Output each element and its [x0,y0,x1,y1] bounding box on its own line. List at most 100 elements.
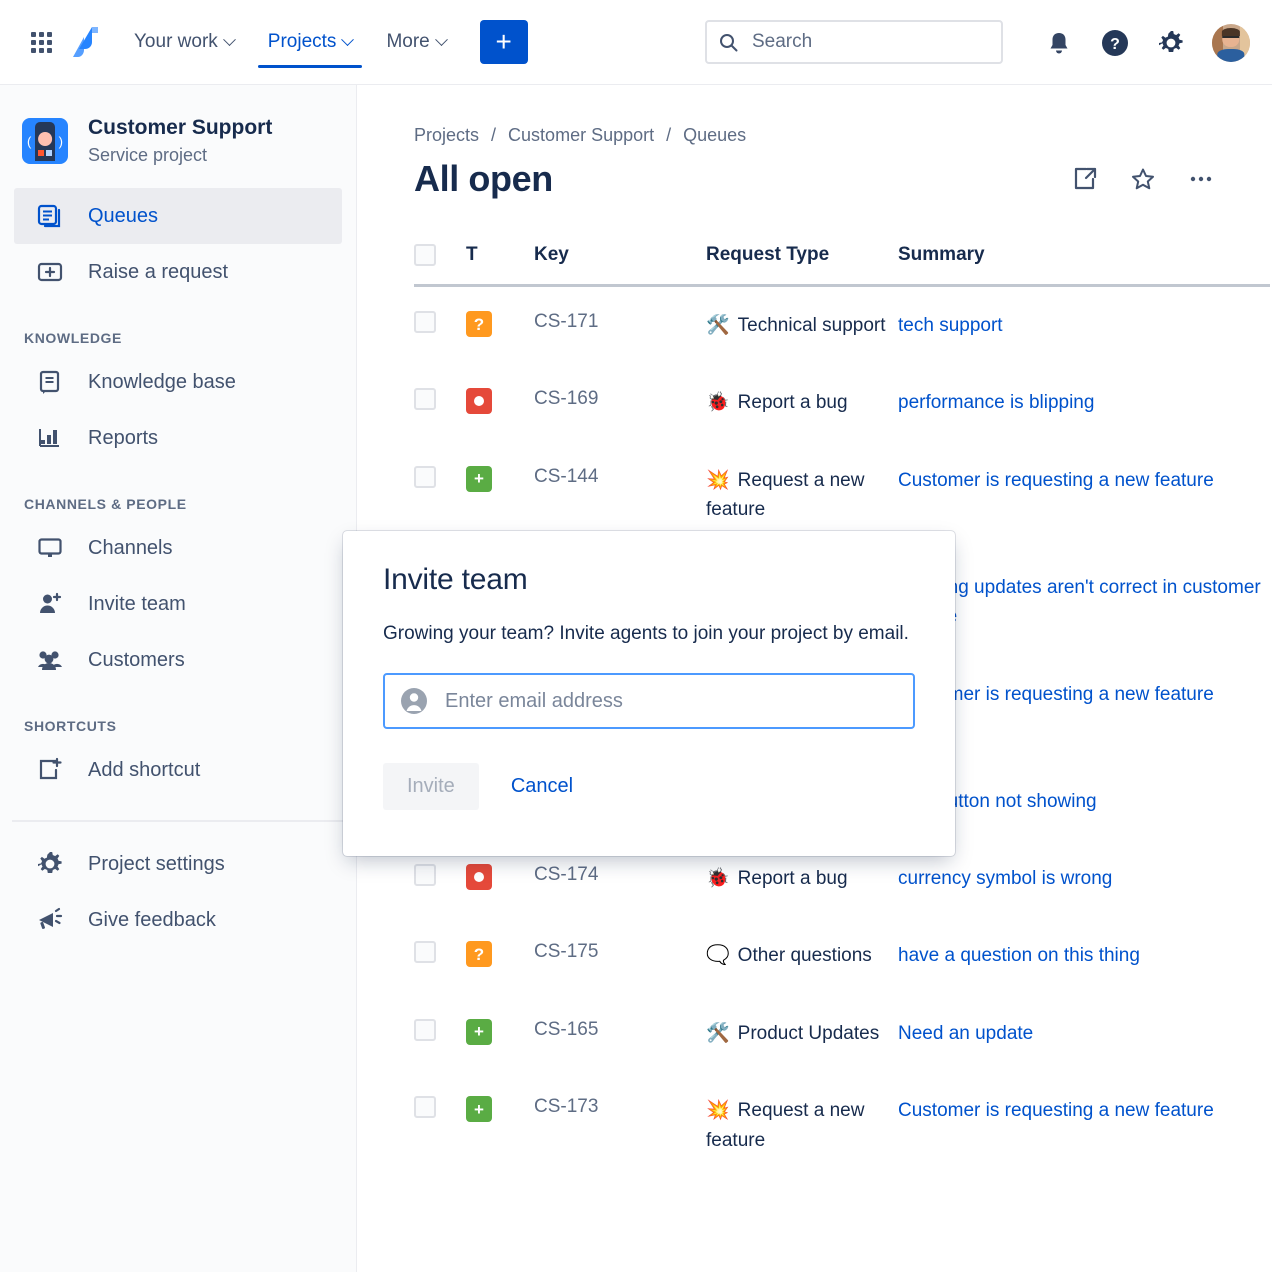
row-request-type-cell: 🛠️Technical support [706,286,898,365]
avatar-face [38,132,52,146]
sidebar-item-channels[interactable]: Channels [14,520,342,576]
cancel-button[interactable]: Cancel [501,763,583,810]
row-checkbox[interactable] [414,864,436,886]
table-row[interactable]: ?CS-171🛠️Technical supporttech support [414,286,1270,365]
row-checkbox[interactable] [414,466,436,488]
bell-icon[interactable] [1044,28,1074,58]
nav-item-your-work[interactable]: Your work [124,0,244,85]
project-name: Customer Support [88,115,272,141]
row-request-type-label: Report a bug [738,392,848,413]
table-row[interactable]: +CS-165🛠️Product UpdatesNeed an update [414,995,1270,1072]
table-row[interactable]: CS-169🐞 Report a bug performance is blippi… [414,364,1270,441]
sidebar-item-customers[interactable]: Customers [14,632,342,688]
person-icon [399,686,429,716]
row-checkbox[interactable] [414,1019,436,1041]
sidebar-item-project-settings[interactable]: Project settings [14,836,342,892]
user-avatar[interactable] [1212,24,1250,62]
select-all-checkbox[interactable] [414,244,436,266]
app-switcher-icon[interactable] [24,25,58,59]
search-icon [719,33,738,52]
column-header-type[interactable]: T [466,244,534,286]
row-select-cell [414,364,466,441]
sidebar-item-reports[interactable]: Reports [14,410,342,466]
modal-actions: Invite Cancel [383,763,915,810]
grid-apps-icon [31,32,52,53]
row-checkbox[interactable] [414,311,436,333]
breadcrumb-item-queues[interactable]: Queues [683,125,746,146]
avatar-square-blue [46,150,52,156]
megaphone-icon [36,906,68,934]
column-header-select [414,244,466,286]
table-row[interactable]: + CS-173💥Request a new featureCustomer is… [414,1072,1270,1179]
nav-item-more[interactable]: More [376,0,455,85]
project-header[interactable]: ( ) Customer Support Service project [0,85,356,166]
more-options-icon[interactable] [1186,164,1216,194]
jira-logo-icon[interactable] [70,25,102,59]
row-type-cell: ? [466,286,534,365]
request-type-emoji-icon: 🐞 [706,392,730,413]
add-shortcut-icon [36,756,68,784]
sidebar-item-give-feedback[interactable]: Give feedback [14,892,342,948]
sidebar-item-label: Knowledge base [88,371,236,394]
person-add-icon [36,590,68,618]
row-select-cell [414,1072,466,1179]
search-input[interactable]: Search [705,20,1003,64]
email-field[interactable]: Enter email address [383,673,915,729]
row-key[interactable]: CS-171 [534,286,706,365]
row-summary[interactable]: performance is blipping [898,364,1270,441]
row-request-type-label: Report a bug [738,868,848,889]
column-header-key[interactable]: Key [534,244,706,286]
open-in-new-icon[interactable] [1070,164,1100,194]
top-navigation-bar: Your work Projects More + Search [0,0,1272,85]
breadcrumb-separator: / [491,125,496,146]
bug-dot [474,872,484,882]
sidebar-item-queues[interactable]: Queues [14,188,342,244]
column-header-summary[interactable]: Summary [898,244,1270,286]
table-header-row: T Key Request Type Summary [414,244,1270,286]
invite-team-modal: Invite team Growing your team? Invite ag… [343,531,955,856]
row-key[interactable]: CS-175 [534,917,706,994]
row-checkbox[interactable] [414,1096,436,1118]
sidebar-item-label: Customers [88,649,185,672]
project-meta: Customer Support Service project [88,115,272,166]
sidebar-divider [12,820,344,822]
search-placeholder: Search [752,31,812,53]
row-summary[interactable]: Customer is requesting a new feature [898,1072,1270,1179]
issue-type-feature-icon: + [466,1096,492,1122]
row-summary[interactable]: tech support [898,286,1270,365]
row-checkbox[interactable] [414,388,436,410]
column-header-request-type[interactable]: Request Type [706,244,898,286]
request-type-emoji-icon: 🐞 [706,868,730,889]
avatar-glasses [1222,36,1239,40]
page-actions [1070,164,1216,194]
row-summary[interactable]: have a question on this thing [898,917,1270,994]
invite-button[interactable]: Invite [383,763,479,810]
row-checkbox[interactable] [414,941,436,963]
row-request-type-cell: 💥Request a new feature [706,1072,898,1179]
row-key[interactable]: CS-169 [534,364,706,441]
create-button[interactable]: + [480,20,528,64]
help-circle-icon[interactable]: ? [1100,28,1130,58]
sidebar-item-raise-a-request[interactable]: Raise a request [14,244,342,300]
nav-item-label: Your work [134,31,218,53]
sidebar-item-label: Give feedback [88,909,216,932]
avatar-hair [1222,28,1240,36]
breadcrumb: Projects / Customer Support / Queues [357,85,1272,146]
bug-dot [474,396,484,406]
service-project-avatar: ( ) [22,118,68,164]
sidebar-item-invite-team[interactable]: Invite team [14,576,342,632]
breadcrumb-separator: / [666,125,671,146]
sidebar-item-add-shortcut[interactable]: Add shortcut [14,742,342,798]
raise-request-icon [36,258,68,286]
row-summary[interactable]: Need an update [898,995,1270,1072]
star-icon[interactable] [1128,164,1158,194]
avatar-body [1217,49,1244,62]
table-row[interactable]: ?CS-175🗨️Other questionshave a question … [414,917,1270,994]
nav-item-projects[interactable]: Projects [258,0,363,85]
sidebar-item-knowledge-base[interactable]: Knowledge base [14,354,342,410]
row-key[interactable]: CS-165 [534,995,706,1072]
gear-icon[interactable] [1156,28,1186,58]
breadcrumb-item-projects[interactable]: Projects [414,125,479,146]
row-key[interactable]: CS-173 [534,1072,706,1179]
breadcrumb-item-customer-support[interactable]: Customer Support [508,125,654,146]
